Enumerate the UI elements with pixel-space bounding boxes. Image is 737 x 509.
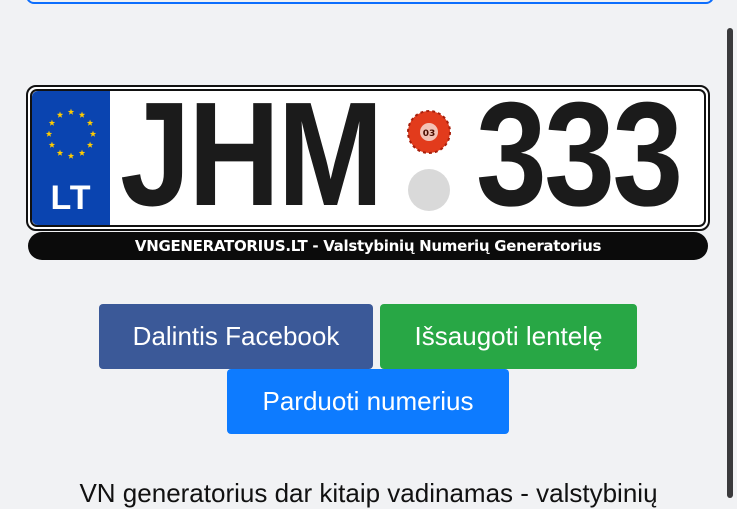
eu-star — [56, 149, 64, 156]
save-plate-button[interactable]: Išsaugoti lentelę — [380, 304, 637, 369]
eu-star — [56, 111, 64, 118]
eu-star — [86, 141, 94, 148]
eu-star — [45, 130, 53, 137]
top-button-edge — [26, 0, 714, 4]
plate-letters: JHM — [120, 85, 384, 231]
share-facebook-button[interactable]: Dalintis Facebook — [99, 304, 373, 369]
plate-frame-caption: VNGENERATORIUS.LT - Valstybinių Numerių … — [28, 232, 708, 260]
eu-star — [86, 119, 94, 126]
plate-numbers: 333 — [476, 85, 683, 231]
eu-star — [78, 111, 86, 118]
country-code: LT — [50, 179, 92, 217]
inspection-sticker-icon: 03 — [407, 110, 451, 154]
sticker-text: 03 — [423, 129, 436, 139]
eu-star — [89, 130, 97, 137]
eu-star — [78, 149, 86, 156]
sell-numbers-button[interactable]: Parduoti numerius — [227, 369, 509, 434]
eu-star — [67, 152, 75, 159]
eu-band: LT — [32, 91, 110, 225]
eu-star — [48, 141, 56, 148]
scrollbar[interactable] — [727, 28, 733, 498]
eu-star — [48, 119, 56, 126]
sticker-slot — [408, 169, 450, 211]
plate-body: LT JHM 03 333 — [26, 85, 710, 231]
license-plate-preview: LT JHM 03 333 VNGENERATORIUS.LT - Valsty… — [26, 85, 710, 263]
eu-star — [67, 108, 75, 115]
eu-stars-icon — [45, 108, 97, 159]
intro-text: VN generatorius dar kitaip vadinamas - v… — [79, 478, 658, 508]
